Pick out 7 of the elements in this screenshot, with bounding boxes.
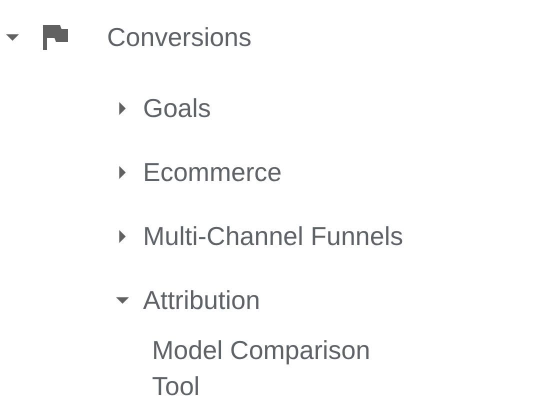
nav-item[interactable]: Goals xyxy=(143,90,211,126)
nav-item[interactable]: Conversions xyxy=(107,22,252,52)
flag-icon xyxy=(42,24,68,50)
nav-item[interactable]: Model Comparison Tool xyxy=(152,332,410,404)
nav-item[interactable]: Multi-Channel Funnels xyxy=(143,218,404,254)
nav-item[interactable]: Ecommerce xyxy=(143,154,282,190)
nav-item[interactable]: Attribution xyxy=(143,282,260,318)
